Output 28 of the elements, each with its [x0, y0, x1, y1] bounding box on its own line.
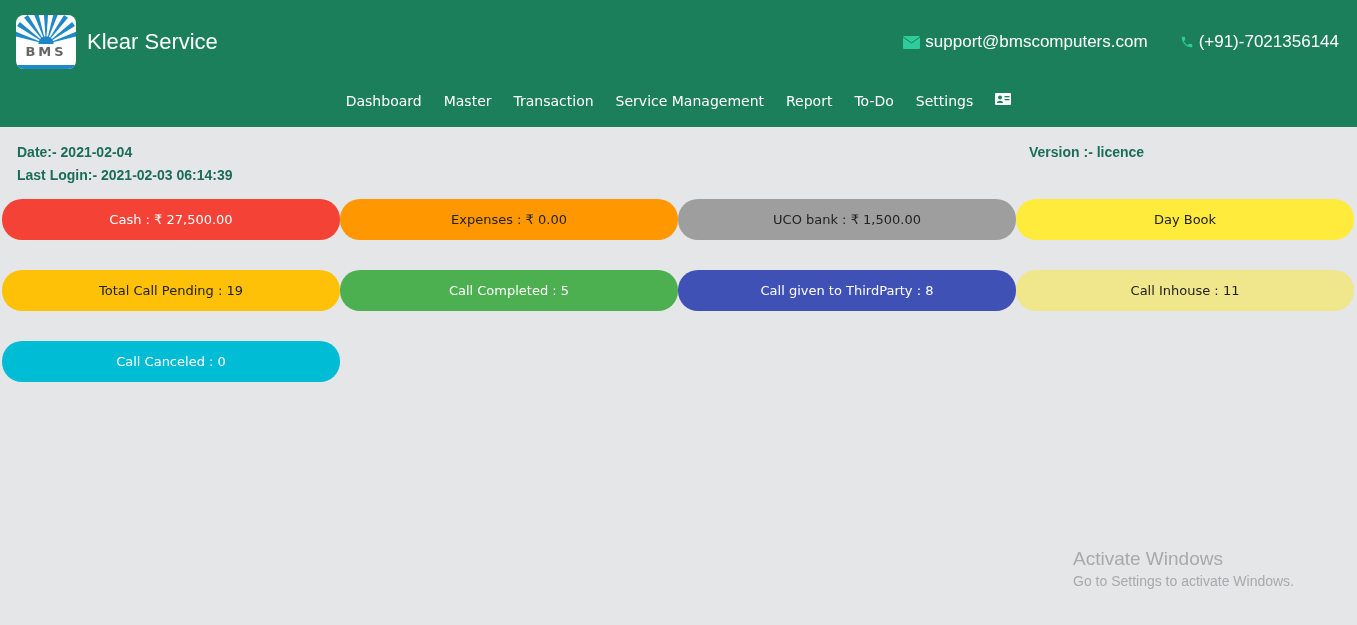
- logo-text: BMS: [16, 44, 76, 69]
- sunburst-icon: [16, 15, 76, 44]
- nav-link[interactable]: Master: [443, 93, 492, 109]
- dashboard-tile[interactable]: Expenses : ₹ 0.00: [340, 199, 678, 240]
- last-login-text: Last Login:- 2021-02-03 06:14:39: [17, 166, 234, 184]
- email-link[interactable]: support@bmscomputers.com: [925, 32, 1148, 52]
- dashboard-tile[interactable]: Total Call Pending : 19: [2, 270, 340, 311]
- nav-link[interactable]: To-Do: [854, 93, 894, 109]
- dashboard-tile[interactable]: Cash : ₹ 27,500.00: [2, 199, 340, 240]
- nav-link[interactable]: Settings: [915, 93, 974, 109]
- phone-icon: [1179, 35, 1194, 49]
- dashboard-tile[interactable]: Day Book: [1016, 199, 1354, 240]
- nav-link[interactable]: Dashboard: [345, 93, 422, 109]
- phone-number: (+91)-7021356144: [1198, 32, 1339, 52]
- dashboard-tile[interactable]: Call Completed : 5: [340, 270, 678, 311]
- date-text: Date:- 2021-02-04: [17, 144, 134, 162]
- activation-text: Go to Settings to activate Windows.: [1073, 573, 1294, 589]
- version-text: Version :- licence: [1029, 144, 1146, 162]
- nav-link[interactable]: Service Management: [615, 93, 764, 109]
- nav-link[interactable]: Transaction: [513, 93, 594, 109]
- mail-icon: [903, 35, 921, 49]
- activation-title: Activate Windows: [1073, 548, 1224, 570]
- dashboard-tile[interactable]: UCO bank : ₹ 1,500.00: [678, 199, 1016, 240]
- nav-link[interactable]: Report: [786, 93, 833, 109]
- dashboard-tile[interactable]: Call given to ThirdParty : 8: [678, 270, 1016, 311]
- contact-card-icon[interactable]: [995, 93, 1012, 105]
- dashboard-tile[interactable]: Call Inhouse : 11: [1016, 270, 1354, 311]
- app-name: Klear Service: [87, 29, 219, 55]
